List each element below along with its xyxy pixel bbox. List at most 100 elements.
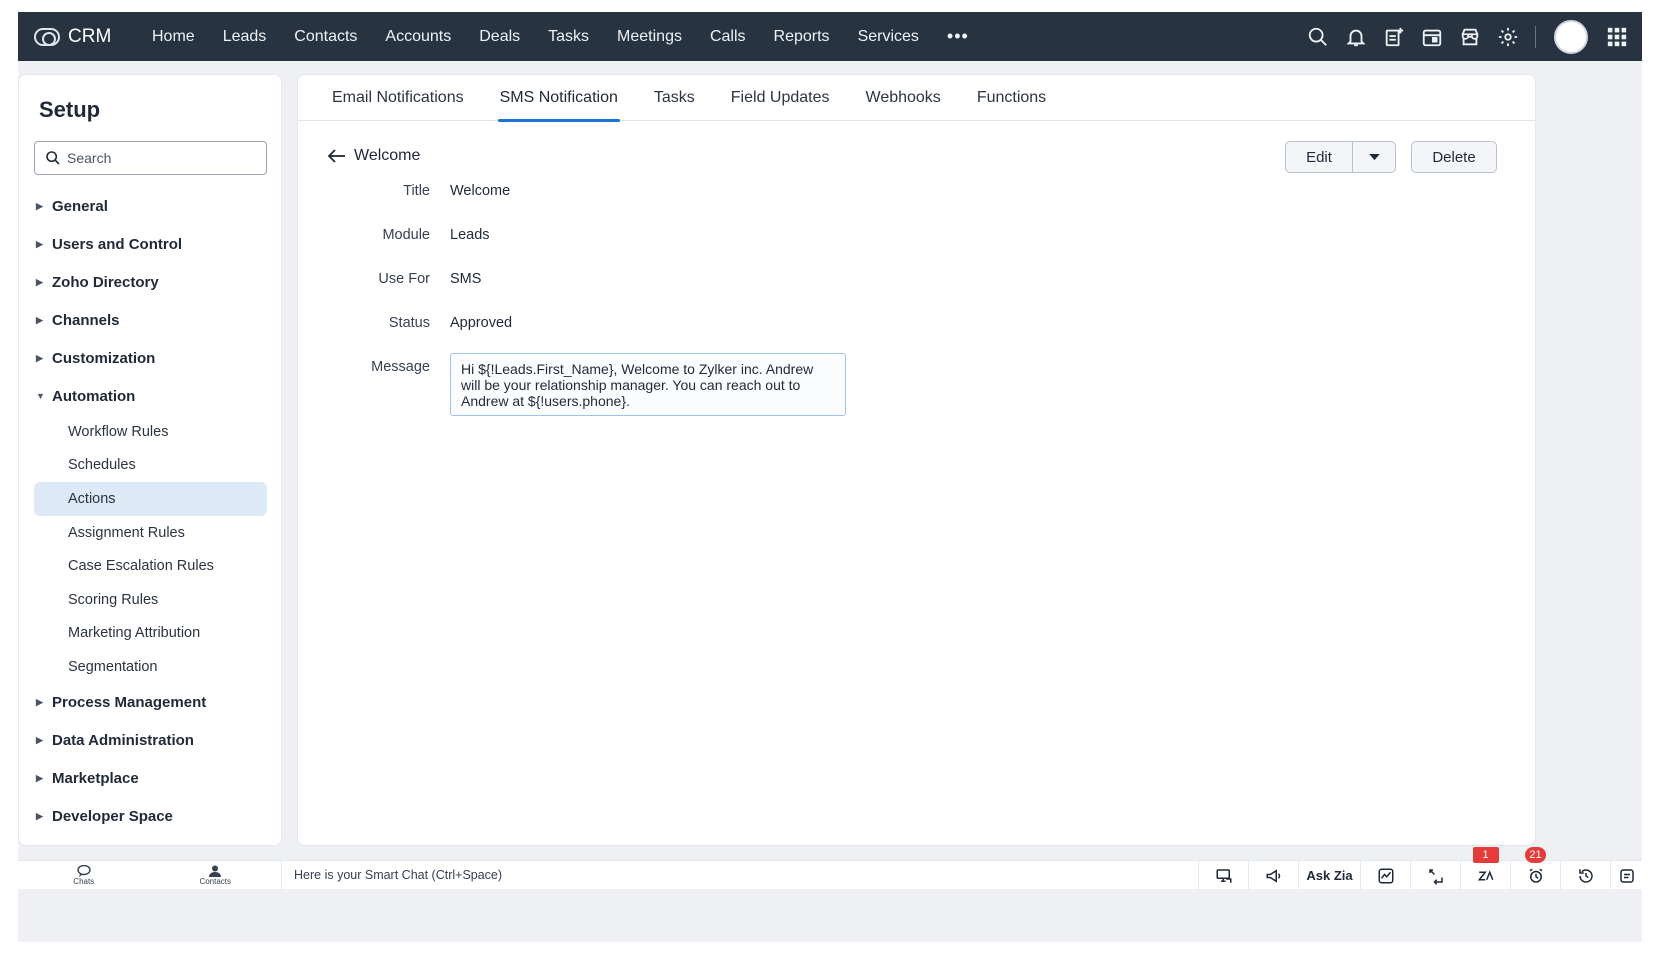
menu-group-general[interactable]: ▶ General [34, 187, 267, 225]
caret-right-icon: ▶ [36, 276, 43, 287]
gear-icon[interactable] [1489, 12, 1527, 61]
edit-dropdown-button[interactable] [1353, 141, 1396, 173]
monitor-icon [1216, 868, 1231, 883]
calendar-icon[interactable] [1413, 12, 1451, 61]
history-button[interactable] [1560, 861, 1610, 890]
caret-right-icon: ▶ [36, 352, 43, 363]
sidebar-item-schedules[interactable]: Schedules [34, 449, 267, 483]
field-label: Title [403, 183, 430, 199]
menu-group-label: Automation [52, 387, 136, 405]
menu-group-process-management[interactable]: ▶ Process Management [34, 684, 267, 722]
search-icon[interactable] [1299, 12, 1337, 61]
tab-sms-notification[interactable]: SMS Notification [482, 75, 636, 122]
menu-group-automation[interactable]: ▼ Automation [34, 377, 267, 415]
bottom-bar: Chats Contacts Here is your Smart Chat (… [18, 847, 1642, 890]
add-record-icon[interactable] [1375, 12, 1413, 61]
nav-item-meetings[interactable]: Meetings [603, 28, 696, 46]
menu-group-zoho-directory[interactable]: ▶ Zoho Directory [34, 263, 267, 301]
nav-item-contacts[interactable]: Contacts [280, 28, 371, 46]
nav-item-reports[interactable]: Reports [760, 28, 844, 46]
tab-functions[interactable]: Functions [959, 75, 1064, 121]
reminder-badge: 21 [1525, 847, 1546, 863]
nav-item-leads[interactable]: Leads [209, 28, 281, 46]
history-icon [1578, 868, 1593, 883]
top-navigation: CRM Home Leads Contacts Accounts Deals T… [18, 12, 1642, 61]
menu-group-label: Developer Space [52, 808, 173, 826]
swap-icon [1428, 868, 1443, 885]
menu-group-channels[interactable]: ▶ Channels [34, 301, 267, 339]
main-panel: Email Notifications SMS Notification Tas… [297, 74, 1536, 846]
field-row-status: Status Approved [298, 311, 998, 335]
setup-sidebar: Setup ▶ General ▶ Users and Control ▶ Zoho … [18, 74, 282, 846]
avatar[interactable] [1554, 19, 1588, 54]
tab-webhooks[interactable]: Webhooks [848, 75, 959, 121]
apps-grid-icon[interactable] [1598, 12, 1636, 61]
caret-right-icon: ▶ [36, 773, 43, 784]
alarm-clock-icon [1529, 868, 1542, 883]
nav-item-services[interactable]: Services [844, 28, 933, 46]
menu-group-users-and-control[interactable]: ▶ Users and Control [34, 225, 267, 263]
menu-group-data-administration[interactable]: ▶ Data Administration [34, 722, 267, 760]
caret-down-icon: ▼ [36, 391, 45, 401]
menu-group-label: Process Management [52, 694, 207, 712]
sidebar-item-segmentation[interactable]: Segmentation [34, 650, 267, 684]
zia-badge: 1 [1472, 847, 1499, 863]
contacts-button[interactable]: Contacts [150, 865, 282, 886]
nav-item-deals[interactable]: Deals [465, 28, 534, 46]
page-title: Setup [39, 97, 101, 122]
field-value: Leads [450, 227, 490, 243]
field-label: Message [371, 359, 430, 375]
bottom-bar-left: Chats Contacts [18, 860, 282, 890]
menu-group-developer-space[interactable]: ▶ Developer Space [34, 798, 267, 836]
sidebar-item-workflow-rules[interactable]: Workflow Rules [34, 415, 267, 449]
chats-button[interactable]: Chats [18, 864, 150, 886]
back-arrow-icon [328, 149, 345, 163]
caret-right-icon: ▶ [36, 238, 43, 249]
nav-item-tasks[interactable]: Tasks [534, 28, 603, 46]
sidebar-item-scoring-rules[interactable]: Scoring Rules [34, 583, 267, 617]
tab-field-updates[interactable]: Field Updates [713, 75, 848, 121]
search-input[interactable] [67, 150, 257, 166]
sidebar-item-marketing-attribution[interactable]: Marketing Attribution [34, 617, 267, 651]
notes-button[interactable] [1610, 861, 1642, 890]
tab-tasks[interactable]: Tasks [636, 75, 713, 121]
field-value: SMS [450, 271, 482, 287]
chart-icon [1378, 868, 1393, 883]
screen-share-button[interactable] [1198, 861, 1248, 890]
marketplace-icon[interactable] [1451, 12, 1489, 61]
field-label: Use For [378, 271, 430, 287]
ask-zia-button[interactable]: Ask Zia [1298, 861, 1360, 890]
sidebar-item-actions[interactable]: Actions [34, 482, 267, 516]
nav-item-calls[interactable]: Calls [696, 28, 760, 46]
announcements-button[interactable] [1248, 861, 1298, 890]
chats-label: Chats [73, 876, 95, 886]
bell-icon[interactable] [1337, 12, 1375, 61]
brand[interactable]: CRM [18, 26, 138, 48]
menu-group-marketplace[interactable]: ▶ Marketplace [34, 760, 267, 798]
nav-item-accounts[interactable]: Accounts [371, 28, 465, 46]
analytics-button[interactable] [1360, 861, 1410, 890]
caret-right-icon: ▶ [36, 811, 43, 822]
reminders-button[interactable]: 21 [1510, 847, 1560, 890]
menu-group-label: Data Administration [52, 732, 194, 750]
menu-group-label: Zoho Directory [52, 273, 159, 291]
field-label: Module [382, 227, 430, 243]
back-to-list[interactable]: Welcome [328, 147, 420, 165]
search-icon [46, 151, 60, 165]
menu-group-customization[interactable]: ▶ Customization [34, 339, 267, 377]
delete-button[interactable]: Delete [1411, 141, 1497, 173]
caret-right-icon: ▶ [36, 697, 43, 708]
sync-button[interactable] [1410, 861, 1460, 890]
more-icon[interactable]: ••• [933, 26, 983, 47]
search-field[interactable] [34, 141, 267, 175]
edit-button[interactable]: Edit [1285, 141, 1353, 173]
menu-group-label: Customization [52, 349, 156, 367]
zia-icon [1477, 869, 1493, 880]
nav-item-home[interactable]: Home [138, 28, 209, 46]
caret-right-icon: ▶ [36, 314, 43, 325]
zia-notification-button[interactable]: 1 [1460, 847, 1510, 890]
sidebar-item-assignment-rules[interactable]: Assignment Rules [34, 516, 267, 550]
nav-right-tools [1299, 12, 1642, 61]
tab-email-notifications[interactable]: Email Notifications [314, 75, 482, 121]
sidebar-item-case-escalation-rules[interactable]: Case Escalation Rules [34, 549, 267, 583]
